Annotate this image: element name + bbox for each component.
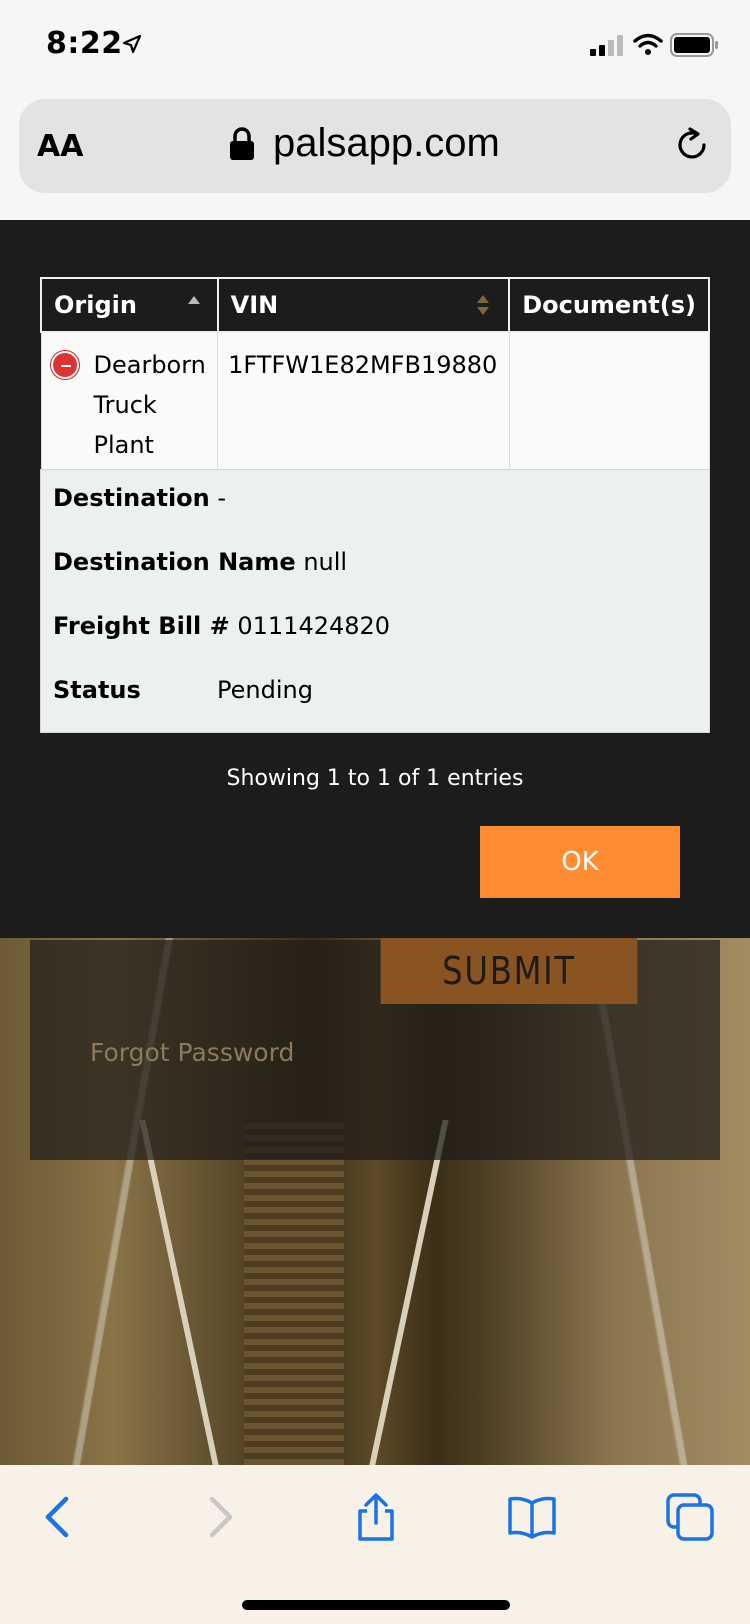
table-row: Dearborn Truck Plant 1FTFW1E82MFB19880: [40, 331, 710, 478]
results-table: Origin VIN Document(s) Dearborn Truck Pl…: [40, 277, 710, 478]
ok-button[interactable]: OK: [480, 826, 680, 898]
location-arrow-icon: [122, 34, 142, 54]
address-bar[interactable]: AA palsapp.com: [19, 99, 731, 193]
wifi-icon: [633, 33, 663, 55]
row-detail-panel: Destination - Destination Name null Frei…: [40, 469, 710, 733]
submit-button[interactable]: SUBMIT: [380, 938, 638, 1004]
status-bar: 8:22: [0, 0, 750, 92]
freight-bill-value: 0111424820: [237, 612, 391, 640]
table-header-row: Origin VIN Document(s): [40, 277, 710, 333]
forgot-password-link[interactable]: Forgot Password: [90, 1038, 294, 1067]
column-header-origin[interactable]: Origin: [40, 277, 219, 333]
home-indicator: [242, 1600, 510, 1610]
lock-icon: [230, 127, 254, 160]
url-text[interactable]: palsapp.com: [273, 121, 500, 166]
column-header-documents[interactable]: Document(s): [508, 277, 710, 333]
entries-info: Showing 1 to 1 of 1 entries: [226, 766, 524, 791]
vin-value: 1FTFW1E82MFB19880: [228, 351, 498, 379]
bookmarks-icon[interactable]: [508, 1493, 556, 1541]
column-header-vin[interactable]: VIN: [216, 277, 511, 333]
freight-bill-label: Freight Bill #: [53, 612, 230, 640]
destination-label: Destination: [53, 484, 210, 512]
origin-value: Dearborn Truck Plant: [93, 351, 206, 459]
column-header-label: VIN: [230, 291, 279, 319]
freight-bill-row: Freight Bill # 0111424820: [53, 612, 390, 640]
highway-median: [244, 1120, 344, 1465]
clock: 8:22: [46, 26, 123, 61]
share-icon[interactable]: [352, 1493, 400, 1541]
battery-icon: [670, 33, 718, 57]
status-label: Status: [53, 676, 141, 704]
back-icon[interactable]: [36, 1493, 84, 1541]
destination-name-row: Destination Name null: [53, 548, 347, 576]
tabs-icon[interactable]: [666, 1493, 714, 1541]
reload-icon[interactable]: [674, 127, 710, 163]
destination-row: Destination -: [53, 484, 226, 512]
vin-cell: 1FTFW1E82MFB19880: [217, 331, 510, 478]
results-modal: Origin VIN Document(s) Dearborn Truck Pl…: [0, 220, 750, 938]
status-row: Status Pending: [53, 676, 693, 704]
collapse-row-icon[interactable]: [50, 351, 79, 379]
cellular-signal-icon: [590, 35, 623, 56]
text-size-button[interactable]: AA: [37, 129, 83, 164]
forward-icon[interactable]: [196, 1493, 244, 1541]
sort-ascending-icon: [187, 296, 200, 304]
destination-name-value: null: [303, 548, 348, 576]
destination-value: -: [217, 484, 227, 512]
status-value: Pending: [217, 676, 313, 704]
column-header-label: Origin: [54, 291, 137, 319]
sort-icon: [477, 295, 490, 315]
origin-cell: Dearborn Truck Plant: [40, 331, 219, 478]
destination-name-label: Destination Name: [53, 548, 296, 576]
column-header-label: Document(s): [522, 291, 696, 319]
documents-cell: [508, 331, 710, 478]
